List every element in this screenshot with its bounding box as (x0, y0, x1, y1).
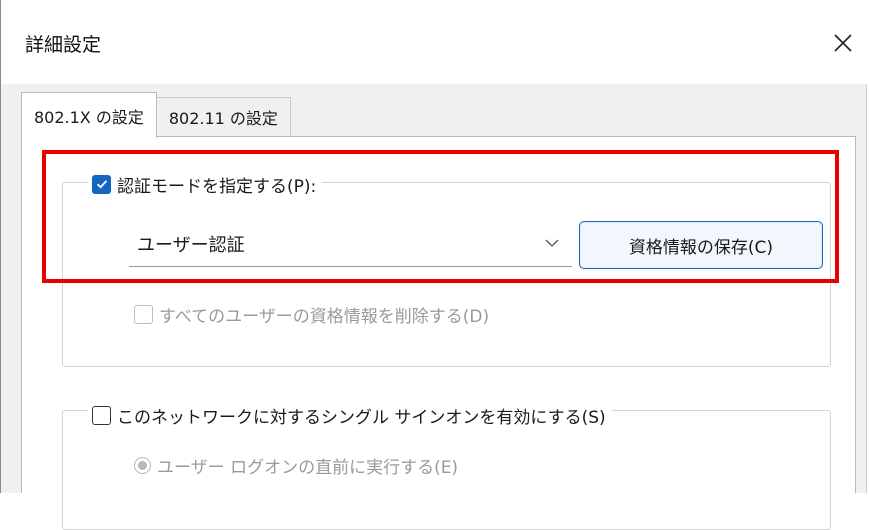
delete-credentials-row: すべてのユーザーの資格情報を削除する(D) (134, 302, 489, 327)
tab-label: 802.11 の設定 (168, 109, 278, 128)
close-icon (834, 34, 852, 52)
auth-mode-group (62, 182, 831, 367)
auth-mode-label: 認証モードを指定する(P): (117, 176, 317, 197)
dialog-title: 詳細設定 (25, 34, 102, 56)
checkmark-icon (96, 180, 107, 189)
radio-dot (138, 461, 147, 470)
logon-before-row: ユーザー ログオンの直前に実行する(E) (134, 453, 458, 478)
auth-mode-select[interactable]: ユーザー認証 (129, 221, 572, 267)
logon-before-label: ユーザー ログオンの直前に実行する(E) (157, 458, 459, 478)
auth-mode-legend: 認証モードを指定する(P): (88, 169, 323, 199)
sso-checkbox[interactable] (92, 405, 111, 425)
tab-80211-settings[interactable]: 802.11 の設定 (156, 97, 291, 136)
title-bar: 詳細設定 (1, 0, 868, 84)
delete-credentials-label: すべてのユーザーの資格情報を削除する(D) (159, 307, 490, 327)
tab-strip: 802.1X の設定 802.11 の設定 (21, 92, 291, 138)
auth-mode-checkbox[interactable] (92, 174, 111, 194)
tab-label: 802.1X の設定 (34, 107, 144, 127)
save-credentials-button[interactable]: 資格情報の保存(C) (579, 221, 823, 269)
auth-mode-select-value: ユーザー認証 (137, 234, 245, 256)
sso-label: このネットワークに対するシングル サインオンを有効にする(S) (117, 407, 606, 428)
tab-content-panel: 認証モードを指定する(P): ユーザー認証 資格情報の保存(C) すべてのユーザ… (21, 136, 856, 530)
sso-legend: このネットワークに対するシングル サインオンを有効にする(S) (88, 400, 612, 430)
save-credentials-label: 資格情報の保存(C) (628, 237, 774, 258)
delete-credentials-checkbox[interactable] (134, 305, 153, 324)
close-button[interactable] (821, 18, 865, 68)
tab-8021x-settings[interactable]: 802.1X の設定 (21, 92, 157, 138)
logon-before-radio[interactable] (134, 457, 151, 474)
advanced-settings-dialog: 詳細設定 802.1X の設定 802.11 の設定 認証モードを指定する(P)… (0, 0, 868, 530)
chevron-down-icon (545, 239, 559, 247)
